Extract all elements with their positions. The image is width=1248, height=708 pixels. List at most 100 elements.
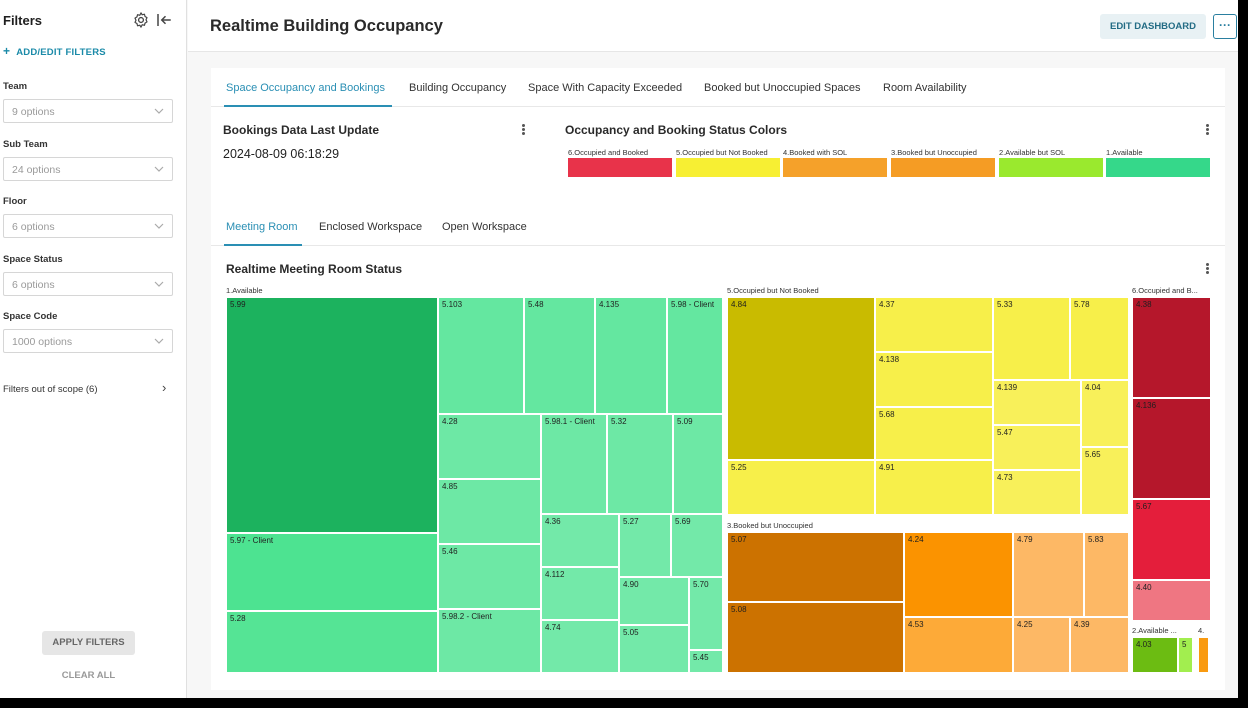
treemap-cell[interactable]: 5.98.2 - Client — [438, 609, 541, 673]
treemap-cell[interactable]: 5.48 — [524, 297, 595, 414]
treemap-cell-label: 4.36 — [545, 517, 561, 526]
treemap-cell-label: 4.25 — [1017, 620, 1033, 629]
treemap-cell[interactable]: 4.53 — [904, 617, 1013, 673]
treemap-cell-label: 4.112 — [545, 570, 565, 579]
treemap-cell[interactable]: 4.28 — [438, 414, 541, 479]
treemap-cell[interactable]: 5.69 — [671, 514, 723, 577]
chevron-down-icon — [154, 338, 164, 344]
treemap-cell-label: 5.99 — [230, 300, 246, 309]
treemap-cell-label: 5.97 - Client — [230, 536, 274, 545]
treemap-cell[interactable]: 4.74 — [541, 620, 619, 673]
treemap-cell[interactable]: 5.33 — [993, 297, 1070, 380]
treemap-cell[interactable]: 5.98.1 - Client — [541, 414, 607, 514]
treemap-cell[interactable] — [1198, 637, 1209, 673]
treemap-cell[interactable]: 4.139 — [993, 380, 1081, 425]
treemap-cell[interactable]: 4.73 — [993, 470, 1081, 515]
treemap-cell[interactable]: 4.90 — [619, 577, 689, 625]
treemap-cell-label: 4.135 — [599, 300, 620, 309]
more-options-button[interactable]: ··· — [1213, 14, 1237, 39]
filter-select-floor[interactable]: 6 options — [3, 214, 173, 238]
treemap-cell[interactable]: 4.38 — [1132, 297, 1211, 398]
treemap-cell[interactable]: 5.09 — [673, 414, 723, 514]
treemap-cell[interactable]: 5.25 — [727, 460, 875, 515]
treemap-cell[interactable]: 4.25 — [1013, 617, 1070, 673]
kebab-menu-icon[interactable] — [1204, 123, 1210, 137]
treemap-cell-label: 5.98.1 - Client — [545, 417, 595, 426]
collapse-icon[interactable] — [155, 11, 173, 29]
filter-select-space-status[interactable]: 6 options — [3, 272, 173, 296]
tab-space-occupancy[interactable]: Space Occupancy and Bookings — [226, 82, 385, 94]
treemap-cell[interactable]: 5.78 — [1070, 297, 1129, 380]
treemap-cell-label: 4.79 — [1017, 535, 1033, 544]
treemap-cell[interactable]: 5.97 - Client — [226, 533, 438, 611]
treemap-cell-label: 4.38 — [1136, 300, 1152, 309]
treemap-cell[interactable]: 4.39 — [1070, 617, 1129, 673]
treemap-cell[interactable]: 4.85 — [438, 479, 541, 544]
treemap-cell[interactable]: 4.79 — [1013, 532, 1084, 617]
treemap-cell[interactable]: 4.40 — [1132, 580, 1211, 621]
treemap-cell[interactable]: 5.70 — [689, 577, 723, 650]
select-placeholder: 1000 options — [12, 336, 73, 348]
treemap-cell[interactable]: 5.32 — [607, 414, 673, 514]
treemap-cell[interactable]: 4.135 — [595, 297, 667, 414]
chevron-down-icon — [154, 223, 164, 229]
tab-capacity-exceeded[interactable]: Space With Capacity Exceeded — [528, 82, 682, 94]
treemap-cell[interactable]: 4.36 — [541, 514, 619, 567]
treemap-cell[interactable]: 5.46 — [438, 544, 541, 609]
treemap-cell[interactable]: 4.138 — [875, 352, 993, 407]
chevron-down-icon — [154, 166, 164, 172]
treemap-cell-label: 5.07 — [731, 535, 747, 544]
add-edit-filters-button[interactable]: + ADD/EDIT FILTERS — [3, 44, 106, 58]
treemap-group-label: 5.Occupied but Not Booked — [727, 286, 819, 295]
treemap-cell[interactable]: 5.98 - Client — [667, 297, 723, 414]
select-placeholder: 6 options — [12, 221, 55, 233]
add-edit-filters-label: ADD/EDIT FILTERS — [16, 47, 106, 58]
active-tab-indicator — [224, 105, 392, 107]
clear-all-button[interactable]: CLEAR ALL — [42, 670, 135, 681]
edit-dashboard-button[interactable]: EDIT DASHBOARD — [1100, 14, 1206, 39]
treemap-cell[interactable]: 5.45 — [689, 650, 723, 673]
treemap-cell-label: 5.25 — [731, 463, 747, 472]
treemap-cell[interactable]: 4.37 — [875, 297, 993, 352]
treemap-cell[interactable]: 4.84 — [727, 297, 875, 460]
treemap-cell[interactable]: 4.04 — [1081, 380, 1129, 447]
treemap-cell[interactable]: 4.91 — [875, 460, 993, 515]
treemap-cell[interactable]: 5.68 — [875, 407, 993, 460]
treemap-cell[interactable]: 5.67 — [1132, 499, 1211, 580]
tab-building-occupancy[interactable]: Building Occupancy — [409, 82, 506, 94]
filter-select-space-code[interactable]: 1000 options — [3, 329, 173, 353]
treemap-cell[interactable]: 5.103 — [438, 297, 524, 414]
kebab-menu-icon[interactable] — [520, 123, 526, 137]
treemap-cell[interactable]: 4.24 — [904, 532, 1013, 617]
treemap-cell[interactable]: 5.99 — [226, 297, 438, 533]
filter-select-sub-team[interactable]: 24 options — [3, 157, 173, 181]
gear-icon[interactable] — [132, 11, 150, 29]
treemap-cell[interactable]: 5.07 — [727, 532, 904, 602]
treemap-cell[interactable]: 5.05 — [619, 625, 689, 673]
treemap-cell[interactable]: 5.65 — [1081, 447, 1129, 515]
subtab-meeting-room[interactable]: Meeting Room — [226, 221, 298, 233]
treemap-cell[interactable]: 5.83 — [1084, 532, 1129, 617]
tab-room-availability[interactable]: Room Availability — [883, 82, 967, 94]
treemap-cell[interactable]: 5.47 — [993, 425, 1081, 470]
kebab-menu-icon[interactable] — [1204, 262, 1210, 276]
treemap-cell[interactable]: 4.03 — [1132, 637, 1178, 673]
treemap-cell-label: 4.04 — [1085, 383, 1101, 392]
treemap-cell-label: 4.40 — [1136, 583, 1152, 592]
filters-out-of-scope[interactable]: Filters out of scope (6) — [3, 384, 98, 395]
treemap-cell-label: 4.73 — [997, 473, 1013, 482]
subtab-enclosed-workspace[interactable]: Enclosed Workspace — [319, 221, 422, 233]
page-title: Realtime Building Occupancy — [210, 17, 443, 35]
apply-filters-button[interactable]: APPLY FILTERS — [42, 631, 135, 655]
treemap-cell[interactable]: 5.27 — [619, 514, 671, 577]
treemap-group-label: 4. — [1198, 626, 1205, 635]
treemap-cell[interactable]: 4.136 — [1132, 398, 1211, 499]
treemap-cell[interactable]: 5.28 — [226, 611, 438, 673]
subtab-open-workspace[interactable]: Open Workspace — [442, 221, 527, 233]
treemap-cell[interactable]: 4.112 — [541, 567, 619, 620]
chevron-right-icon[interactable]: › — [162, 380, 166, 395]
tab-booked-unoccupied[interactable]: Booked but Unoccupied Spaces — [704, 82, 861, 94]
treemap-cell[interactable]: 5 — [1178, 637, 1193, 673]
treemap-cell[interactable]: 5.08 — [727, 602, 904, 673]
filter-select-team[interactable]: 9 options — [3, 99, 173, 123]
